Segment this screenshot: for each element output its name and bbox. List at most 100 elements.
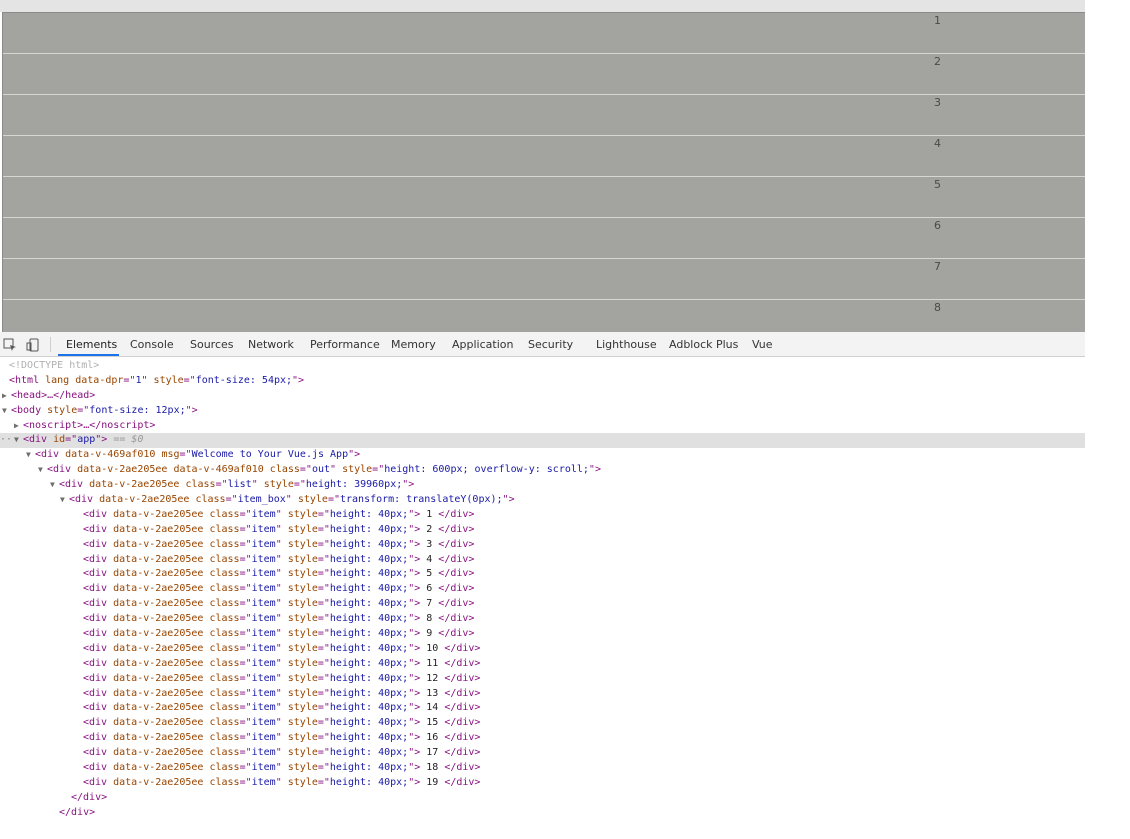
attr-name: style (287, 657, 318, 669)
tab-network[interactable]: Network (248, 338, 294, 351)
expand-triangle-icon[interactable]: ▶ (14, 419, 23, 434)
attr-name: data-v-2ae205ee (113, 702, 204, 714)
attr-name: class (185, 479, 216, 491)
tag-punct: "> (408, 672, 427, 684)
attr-name: class (209, 598, 240, 610)
tab-vue[interactable]: Vue (752, 338, 773, 351)
tag-punct: "> (408, 568, 427, 580)
collapse-triangle-icon[interactable]: ▼ (26, 448, 35, 463)
tag-punct: </div> (438, 702, 481, 714)
attr-name: data-v-469af010 (65, 449, 156, 461)
attr-name: style (153, 374, 184, 386)
tag-punct: =" (317, 687, 330, 699)
tag-punct: </div> (438, 657, 481, 669)
dom-item-line[interactable]: <div data-v-2ae205ee class="item" style=… (0, 538, 1085, 553)
dom-item-line[interactable]: <div data-v-2ae205ee class="item" style=… (0, 612, 1085, 627)
selected-node-dots: ·· (0, 434, 13, 446)
tag-punct: "> (408, 538, 427, 550)
attr-value: height: 40px; (329, 776, 409, 788)
dom-item-line[interactable]: <div data-v-2ae205ee class="item" style=… (0, 672, 1085, 687)
collapse-triangle-icon[interactable]: ▼ (38, 463, 47, 478)
dom-close-line[interactable]: </div> (0, 791, 1085, 806)
devtools-tabbar: Elements Console Sources Network Performance… (0, 332, 1085, 357)
device-toolbar-icon[interactable] (26, 337, 40, 352)
inspect-element-icon[interactable] (3, 337, 17, 351)
tag-punct: <div (83, 657, 114, 669)
collapse-triangle-icon[interactable]: ▼ (60, 493, 69, 508)
dom-doctype-line[interactable]: <!DOCTYPE html> (0, 359, 1085, 374)
collapse-triangle-icon[interactable]: ▼ (2, 404, 11, 419)
dom-item-line[interactable]: <div data-v-2ae205ee class="item" style=… (0, 716, 1085, 731)
attr-name: style (287, 732, 318, 744)
expand-triangle-icon[interactable]: ▶ (2, 389, 11, 404)
dom-app-line[interactable]: ·· ▼ <div id="app"> == $0 (0, 433, 1085, 449)
dom-out-line[interactable]: ▼ <div data-v-2ae205ee data-v-469af010 cl… (0, 463, 1085, 478)
list-item: 7 (3, 259, 1085, 300)
tag-punct: =" (317, 762, 330, 774)
tag-punct: <body (11, 404, 48, 416)
attr-name: style (287, 762, 318, 774)
tag-punct: " (141, 374, 154, 386)
tag-punct: =" (317, 628, 330, 640)
attr-value: font-size: 12px; (89, 404, 186, 416)
tab-memory[interactable]: Memory (391, 338, 436, 351)
tag-punct: " (285, 494, 298, 506)
tab-sources[interactable]: Sources (190, 338, 234, 351)
tag-punct: =" (239, 687, 252, 699)
dom-item-line[interactable]: <div data-v-2ae205ee class="item" style=… (0, 657, 1085, 672)
dom-item-line[interactable]: <div data-v-2ae205ee class="item" style=… (0, 553, 1085, 568)
dom-noscript-line[interactable]: ▶ <noscript>…</noscript> (0, 419, 1085, 434)
dom-html-line[interactable]: <html lang data-dpr="1" style="font-size… (0, 374, 1085, 389)
collapse-triangle-icon[interactable]: ▼ (14, 433, 23, 448)
attr-name: class (209, 657, 240, 669)
tag-punct: "> (95, 434, 114, 446)
dom-hello-line[interactable]: ▼ <div data-v-469af010 msg="Welcome to Yo… (0, 448, 1085, 463)
tag-punct: =" (179, 449, 192, 461)
dom-item-line[interactable]: <div data-v-2ae205ee class="item" style=… (0, 731, 1085, 746)
dom-body-line[interactable]: ▼ <body style="font-size: 12px;"> (0, 404, 1085, 419)
attr-name: style (287, 613, 318, 625)
tag-punct: <div (83, 642, 114, 654)
scroll-container[interactable]: 1 2 3 4 5 6 7 8 (2, 12, 1085, 332)
tag-punct: </div> (438, 762, 481, 774)
attr-value: height: 40px; (329, 598, 409, 610)
dom-item-line[interactable]: <div data-v-2ae205ee class="item" style=… (0, 582, 1085, 597)
tag-punct: =" (372, 464, 385, 476)
attr-name: style (287, 687, 318, 699)
doctype: <!DOCTYPE html> (9, 360, 100, 371)
dom-item-line[interactable]: <div data-v-2ae205ee class="item" style=… (0, 508, 1085, 523)
text-content: 16 (426, 732, 439, 744)
dom-item-line[interactable]: <div data-v-2ae205ee class="item" style=… (0, 642, 1085, 657)
dom-close-line[interactable]: </div> (0, 806, 1085, 821)
tab-elements[interactable]: Elements (66, 338, 117, 351)
dom-item-line[interactable]: <div data-v-2ae205ee class="item" style=… (0, 687, 1085, 702)
dom-item-line[interactable]: <div data-v-2ae205ee class="item" style=… (0, 746, 1085, 761)
tab-console[interactable]: Console (130, 338, 174, 351)
dom-item-line[interactable]: <div data-v-2ae205ee class="item" style=… (0, 761, 1085, 776)
attr-value: height: 40px; (329, 717, 409, 729)
dom-item-line[interactable]: <div data-v-2ae205ee class="item" style=… (0, 523, 1085, 538)
attr-value: item (251, 598, 276, 610)
attr-value: transform: translateY(0px); (339, 494, 503, 506)
tab-application[interactable]: Application (452, 338, 513, 351)
tab-security[interactable]: Security (528, 338, 573, 351)
tab-adblock-plus[interactable]: Adblock Plus (669, 338, 738, 351)
page-viewport: 1 2 3 4 5 6 7 8 (0, 0, 1130, 332)
dom-item-line[interactable]: <div data-v-2ae205ee class="item" style=… (0, 627, 1085, 642)
tab-performance[interactable]: Performance (310, 338, 380, 351)
dom-item-line[interactable]: <div data-v-2ae205ee class="item" style=… (0, 567, 1085, 582)
dom-item-line[interactable]: <div data-v-2ae205ee class="item" style=… (0, 701, 1085, 716)
close-div: </div> (59, 806, 96, 818)
dom-item-box-line[interactable]: ▼ <div data-v-2ae205ee class="item_box" s… (0, 493, 1085, 508)
tag-punct: <div (59, 479, 90, 491)
dom-head-line[interactable]: ▶ <head>…</head> (0, 389, 1085, 404)
attr-name: class (209, 613, 240, 625)
dom-item-line[interactable]: <div data-v-2ae205ee class="item" style=… (0, 776, 1085, 791)
dom-list-line[interactable]: ▼ <div data-v-2ae205ee class="list" style… (0, 478, 1085, 493)
tab-lighthouse[interactable]: Lighthouse (596, 338, 657, 351)
collapse-triangle-icon[interactable]: ▼ (50, 478, 59, 493)
dom-item-line[interactable]: <div data-v-2ae205ee class="item" style=… (0, 597, 1085, 612)
tag-punct: </div> (438, 717, 481, 729)
attr-value: height: 40px; (329, 628, 409, 640)
